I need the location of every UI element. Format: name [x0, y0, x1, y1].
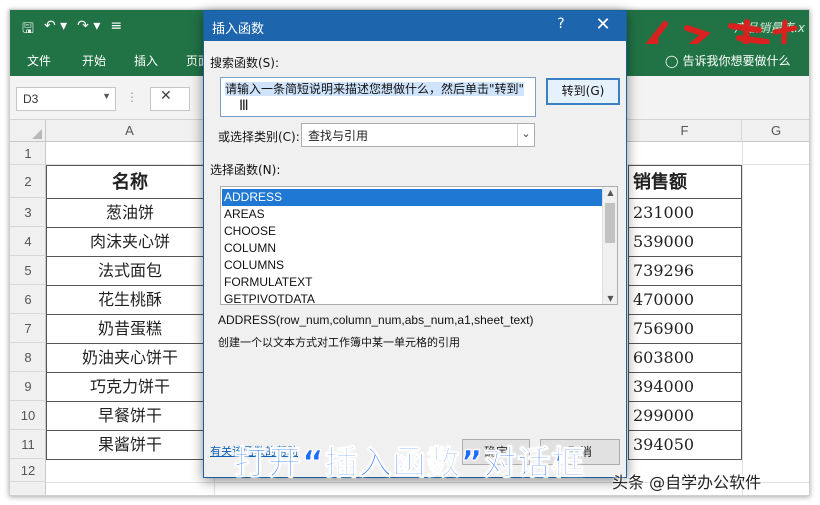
row-header[interactable]: 2: [10, 165, 46, 198]
cell-a-item[interactable]: 奶油夹心饼干: [46, 344, 214, 373]
list-item[interactable]: CHOOSE: [222, 223, 602, 240]
search-input-text: 请输入一条简短说明来描述您想做什么，然后单击"转到": [225, 82, 525, 96]
name-box-value: D3: [23, 92, 39, 106]
text-cursor-icon: Ⅲ: [239, 98, 249, 114]
tab-file[interactable]: 文件: [27, 52, 51, 69]
cell-a2-header[interactable]: 名称: [46, 165, 214, 199]
insert-function-dialog: 插入函数 ? ✕ 搜索函数(S): 请输入一条简短说明来描述您想做什么，然后单击…: [203, 10, 627, 478]
dialog-title: 插入函数: [212, 22, 265, 37]
customize-qat-icon[interactable]: ≡: [110, 18, 122, 42]
row-header[interactable]: 11: [10, 430, 46, 459]
list-item[interactable]: FORMULATEXT: [222, 274, 602, 291]
watermark-text: 头条 @自学办公软件: [612, 473, 762, 492]
tab-insert[interactable]: 插入: [134, 52, 158, 69]
cell-a-item[interactable]: 早餐饼干: [46, 402, 214, 431]
cell-a-item[interactable]: 肉沫夹心饼: [46, 228, 214, 257]
cell-a-item[interactable]: 法式面包: [46, 257, 214, 286]
category-select[interactable]: 查找与引用 ⌄: [301, 123, 535, 147]
cell-f2-header[interactable]: 销售额: [628, 165, 742, 199]
tutorial-caption: 打开“插入函数”对话框: [233, 443, 586, 483]
scroll-down-icon[interactable]: ▼: [603, 294, 617, 303]
gridline: [742, 142, 743, 495]
scrollbar[interactable]: ▲ ▼: [602, 187, 617, 304]
function-list-label: 选择函数(N):: [210, 163, 281, 177]
row-header[interactable]: 3: [10, 198, 46, 227]
row-headers: 1 2 3 4 5 6 7 8 9 10 11 12: [10, 142, 46, 495]
cancel-formula-button[interactable]: ✕: [150, 87, 190, 111]
row-header[interactable]: 1: [10, 142, 46, 165]
close-icon[interactable]: ✕: [592, 14, 614, 35]
select-all-triangle-icon: [32, 129, 42, 139]
row-header[interactable]: 5: [10, 256, 46, 285]
row-header[interactable]: 12: [10, 459, 46, 482]
row-header[interactable]: 8: [10, 343, 46, 372]
list-item[interactable]: COLUMN: [222, 240, 602, 257]
select-all-button[interactable]: [10, 120, 46, 142]
search-input[interactable]: 请输入一条简短说明来描述您想做什么，然后单击"转到" Ⅲ: [220, 77, 536, 117]
search-label: 搜索函数(S):: [210, 56, 280, 70]
function-list[interactable]: ADDRESS AREAS CHOOSE COLUMN COLUMNS FORM…: [220, 186, 618, 305]
save-icon[interactable]: 🖫: [22, 18, 34, 42]
cell-f-value[interactable]: 470000: [628, 286, 742, 315]
list-item[interactable]: AREAS: [222, 206, 602, 223]
cell-a-item[interactable]: 奶昔蛋糕: [46, 315, 214, 344]
category-value: 查找与引用: [308, 129, 369, 143]
list-item[interactable]: GETPIVOTDATA: [222, 291, 602, 304]
cell-f-value[interactable]: 739296: [628, 257, 742, 286]
cell-f-value[interactable]: 394000: [628, 373, 742, 402]
function-syntax: ADDRESS(row_num,column_num,abs_num,a1,sh…: [218, 313, 534, 327]
chevron-down-icon[interactable]: ▼: [102, 91, 111, 101]
cell-f-value[interactable]: 756900: [628, 315, 742, 344]
tell-me-text: 告诉我你想要做什么: [682, 54, 791, 68]
cell-a-item[interactable]: 葱油饼: [46, 199, 214, 228]
row-header[interactable]: 9: [10, 372, 46, 401]
undo-icon[interactable]: ↶ ▾: [44, 18, 67, 42]
cell-a-item[interactable]: 花生桃酥: [46, 286, 214, 315]
cell-a-item[interactable]: 果酱饼干: [46, 431, 214, 460]
row-header[interactable]: 10: [10, 401, 46, 430]
function-description: 创建一个以文本方式对工作簿中某一单元格的引用: [218, 336, 460, 349]
cell-f-value[interactable]: 603800: [628, 344, 742, 373]
tell-me-box[interactable]: ◯ 告诉我你想要做什么: [665, 52, 790, 69]
list-item-selected[interactable]: ADDRESS: [222, 189, 602, 206]
chevron-down-icon[interactable]: ⌄: [517, 124, 534, 146]
help-icon[interactable]: ?: [552, 16, 570, 32]
cell-f-value[interactable]: 299000: [628, 402, 742, 431]
dialog-title-bar: 插入函数 ? ✕: [204, 11, 626, 41]
name-box[interactable]: D3 ▼: [16, 87, 116, 111]
row-header[interactable]: 4: [10, 227, 46, 256]
close-icon: ✕: [160, 88, 172, 104]
quick-access-toolbar: 🖫 ↶ ▾ ↷ ▾ ≡: [22, 18, 122, 42]
tab-home[interactable]: 开始: [82, 52, 106, 69]
category-label: 或选择类别(C):: [218, 130, 300, 144]
row-header[interactable]: 6: [10, 285, 46, 314]
lightbulb-icon: ◯: [665, 53, 679, 68]
redo-icon[interactable]: ↷ ▾: [77, 18, 100, 42]
scroll-up-icon[interactable]: ▲: [603, 188, 617, 197]
goto-button[interactable]: 转到(G): [546, 78, 620, 105]
scroll-thumb[interactable]: [605, 203, 615, 243]
column-header-f[interactable]: F: [628, 120, 742, 142]
row-header[interactable]: 7: [10, 314, 46, 343]
column-header-a[interactable]: A: [46, 120, 214, 142]
cell-f-value[interactable]: 394050: [628, 431, 742, 460]
list-item[interactable]: COLUMNS: [222, 257, 602, 274]
column-header-g[interactable]: G: [742, 120, 809, 142]
grip-dots-icon: ⋮: [126, 90, 138, 104]
cell-f-value[interactable]: 231000: [628, 199, 742, 228]
cell-f-value[interactable]: 539000: [628, 228, 742, 257]
cell-a-item[interactable]: 巧克力饼干: [46, 373, 214, 402]
